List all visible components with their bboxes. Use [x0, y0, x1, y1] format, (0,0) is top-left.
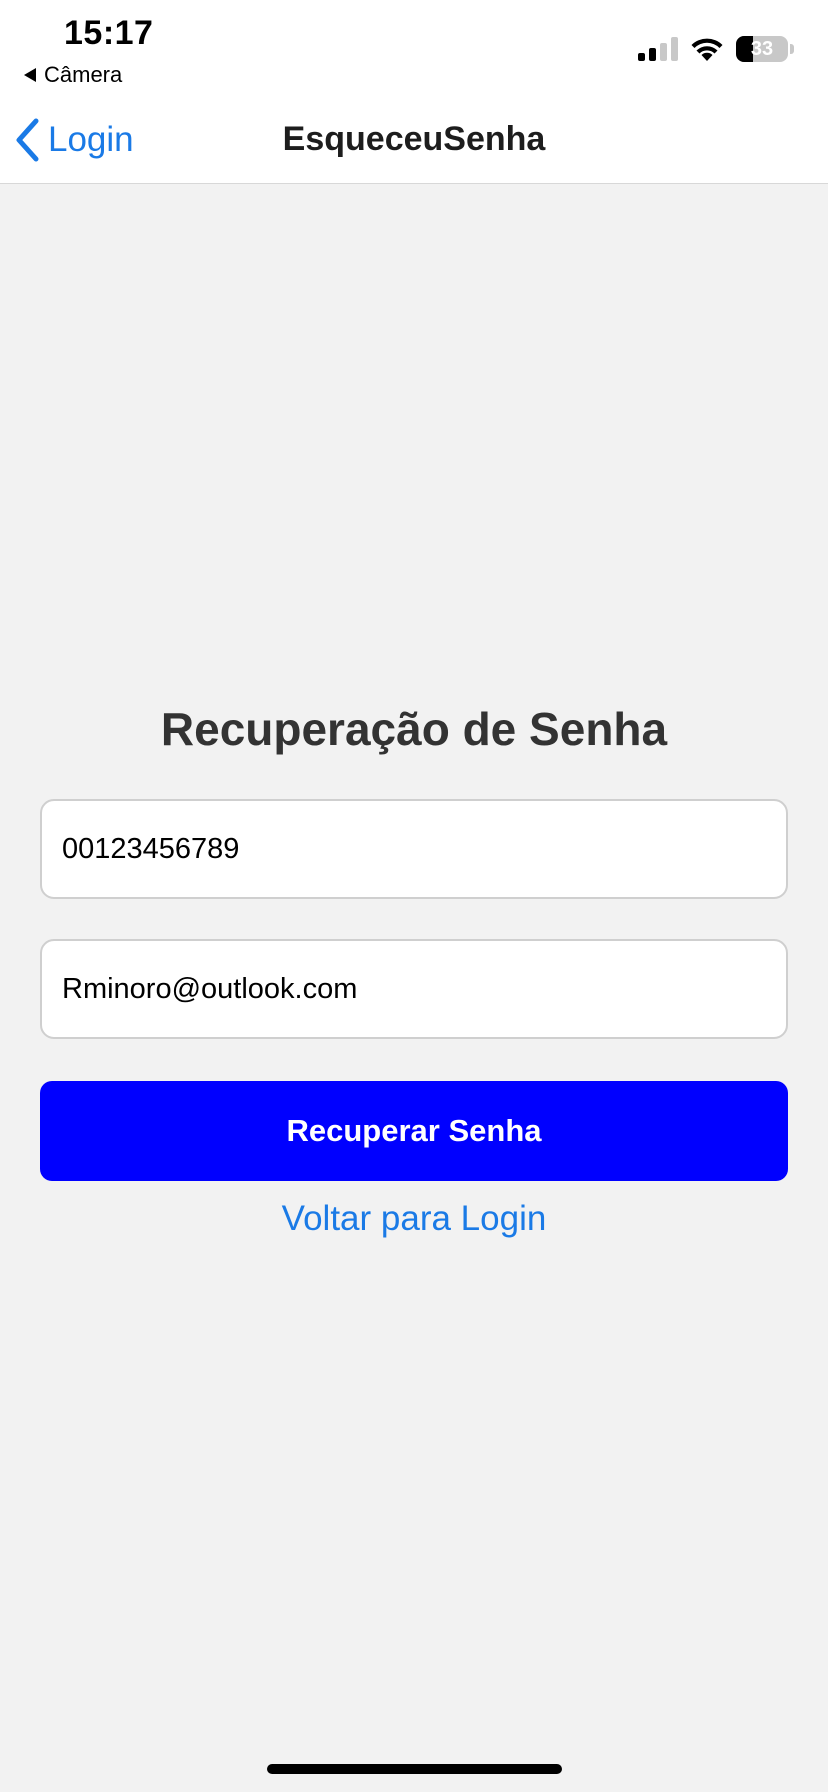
recover-password-button[interactable]: Recuperar Senha — [40, 1081, 788, 1182]
nav-title: EsqueceuSenha — [282, 120, 546, 158]
status-indicators: 33 — [638, 36, 794, 62]
battery-icon: 33 — [736, 36, 788, 62]
top-bar: 15:17 Câmera 33 Login EsqueceuSenha — [0, 0, 828, 184]
back-to-login-link[interactable]: Voltar para Login — [40, 1199, 788, 1239]
cpf-input[interactable] — [40, 799, 788, 900]
email-input[interactable] — [40, 939, 788, 1040]
back-triangle-icon — [24, 68, 36, 82]
status-time: 15:17 — [64, 14, 154, 52]
cellular-signal-icon — [638, 37, 678, 61]
back-to-app-label: Câmera — [44, 62, 123, 87]
battery-percent: 33 — [750, 37, 774, 60]
wifi-icon — [691, 38, 723, 61]
back-to-app-button[interactable]: Câmera — [24, 62, 122, 88]
home-indicator[interactable] — [267, 1764, 562, 1774]
page-heading: Recuperação de Senha — [160, 703, 668, 755]
password-recovery-form: Recuperação de Senha Recuperar Senha Vol… — [40, 702, 788, 1239]
battery-cap — [790, 44, 794, 54]
